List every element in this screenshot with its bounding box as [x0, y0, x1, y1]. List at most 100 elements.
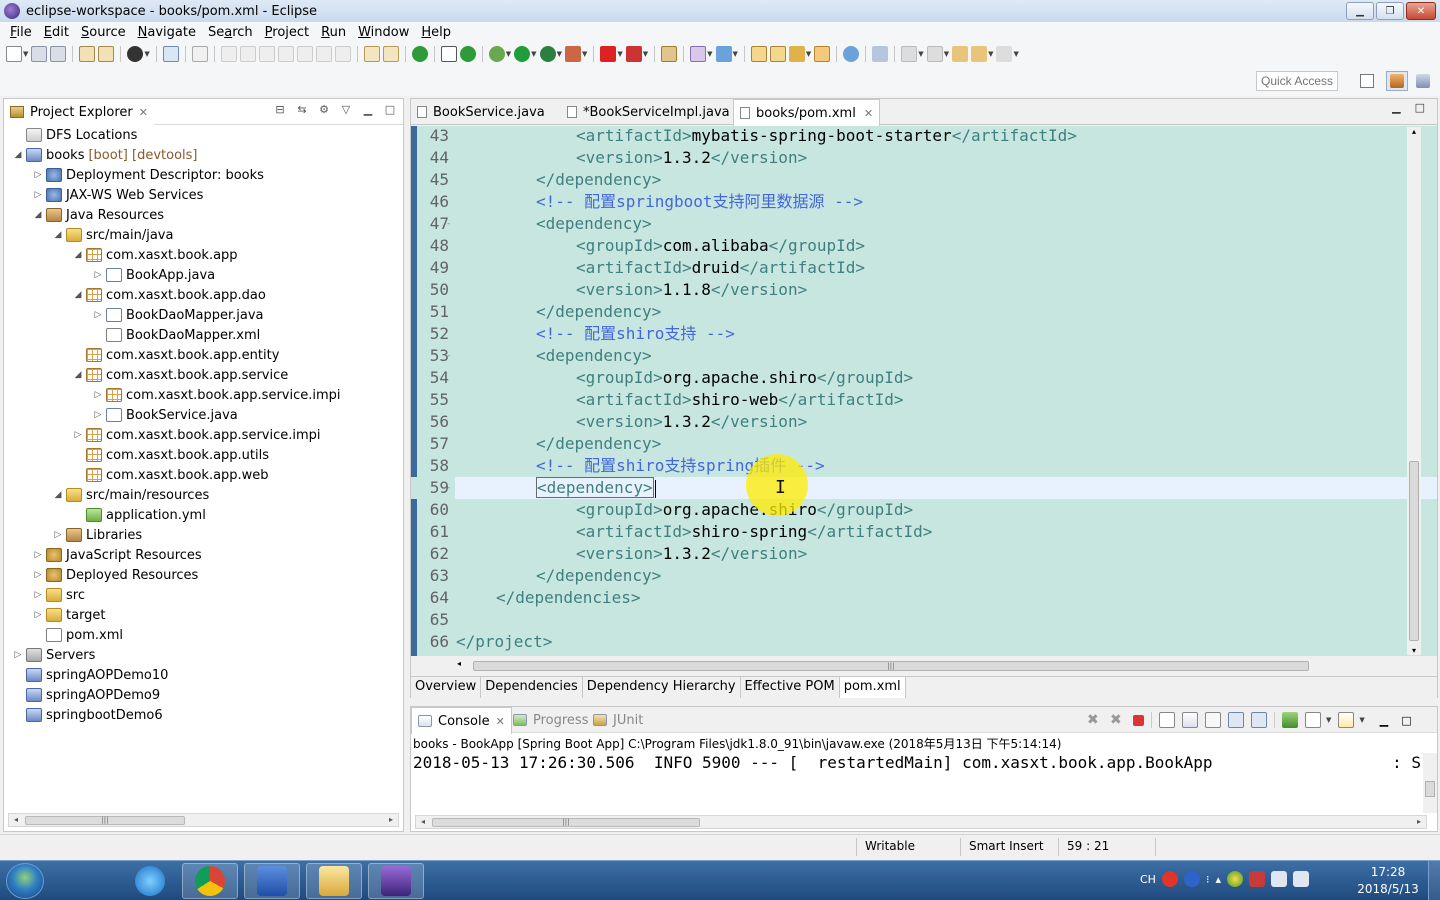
resume-icon[interactable] [220, 46, 237, 62]
minimize-view-icon[interactable]: ▁ [361, 103, 375, 117]
chevron-down-icon[interactable]: ▼ [707, 50, 712, 58]
collapsed-arrow-icon[interactable]: ▷ [32, 550, 44, 560]
new-class-icon[interactable] [715, 46, 732, 62]
clear-console-icon[interactable] [1159, 712, 1175, 728]
build-icon[interactable] [79, 46, 96, 62]
show-on-error-icon[interactable] [1251, 712, 1267, 728]
view-menu-dropdown-icon[interactable]: ▽ [339, 103, 353, 117]
link-with-editor-icon[interactable]: ⇆ [295, 103, 309, 117]
collapsed-arrow-icon[interactable]: ▷ [32, 190, 44, 200]
collapsed-arrow-icon[interactable]: ▷ [32, 590, 44, 600]
insert-mode-status[interactable]: Smart Insert [969, 839, 1044, 853]
tree-item[interactable]: springAOPDemo9 [4, 685, 403, 705]
ime-indicator[interactable]: CH [1140, 873, 1156, 886]
expanded-arrow-icon[interactable]: ◢ [52, 230, 64, 240]
step-over-icon[interactable] [315, 46, 332, 62]
code-line[interactable]: 65 [411, 609, 1437, 631]
maximize-editor-icon[interactable]: □ [1415, 101, 1425, 114]
annotations-icon[interactable] [872, 46, 889, 62]
scroll-thumb[interactable]: ||| [25, 816, 185, 825]
tree-item[interactable]: com.xasxt.book.app.utils [4, 445, 403, 465]
ime-options-icon[interactable]: ⁝ [1206, 873, 1210, 886]
refresh-icon[interactable] [459, 46, 476, 62]
console-tab[interactable]: JUnit [587, 707, 649, 733]
view-menu-icon[interactable]: ⚙ [317, 103, 331, 117]
run-icon[interactable] [514, 46, 531, 62]
tree-item[interactable]: ▷ JAX-WS Web Services [4, 185, 403, 205]
back-icon[interactable] [971, 46, 988, 62]
debug-icon[interactable] [488, 46, 505, 62]
collapsed-arrow-icon[interactable]: ▷ [32, 570, 44, 580]
scroll-down-icon[interactable]: ▾ [1407, 646, 1421, 655]
collapsed-arrow-icon[interactable]: ▷ [92, 270, 104, 280]
show-desktop-button[interactable] [1428, 861, 1440, 900]
expanded-arrow-icon[interactable]: ◢ [12, 150, 24, 160]
chevron-down-icon[interactable]: ▼ [1013, 50, 1018, 58]
scroll-thumb[interactable]: ||| [473, 661, 1309, 671]
console-tab[interactable]: Progress [507, 707, 594, 733]
scroll-thumb[interactable] [1425, 781, 1435, 797]
terminate-icon[interactable] [1133, 714, 1144, 726]
code-line[interactable]: 43 <artifactId>mybatis-spring-boot-starte… [411, 126, 1437, 147]
code-line[interactable]: 62 <version>1.3.2</version> [411, 543, 1437, 565]
tab-project-explorer[interactable]: Project Explorer ✕ [4, 99, 154, 125]
collapsed-arrow-icon[interactable]: ▷ [92, 390, 104, 400]
chevron-down-icon[interactable]: ▼ [1359, 716, 1364, 724]
tree-item[interactable]: com.xasxt.book.app.web [4, 465, 403, 485]
tree-item[interactable]: ▷ Servers [4, 645, 403, 665]
external-tools-icon[interactable] [564, 46, 581, 62]
new-server-icon[interactable] [661, 46, 678, 62]
pom-tab[interactable]: Dependency Hierarchy [583, 677, 741, 698]
build-all-icon[interactable] [98, 46, 115, 62]
toggle-view-icon[interactable] [440, 46, 457, 62]
chevron-down-icon[interactable]: ▼ [617, 50, 622, 58]
open-task-icon[interactable] [769, 46, 786, 62]
step-into-icon[interactable] [296, 46, 313, 62]
code-line[interactable]: 45 </dependency> [411, 169, 1437, 191]
remove-launches-icon[interactable]: ✖ [1110, 712, 1126, 728]
chevron-down-icon[interactable]: ▼ [506, 50, 511, 58]
taskbar-ie[interactable] [122, 863, 178, 899]
close-window-button[interactable]: ✕ [1406, 2, 1436, 20]
close-icon[interactable]: ✕ [864, 107, 873, 120]
xml-source-editor[interactable]: 43 <artifactId>mybatis-spring-boot-starte… [411, 126, 1437, 656]
code-line[interactable]: 51 </dependency> [411, 301, 1437, 323]
taskbar-clock[interactable]: 17:28 2018/5/13 [1352, 864, 1424, 898]
open-console-icon[interactable] [1338, 712, 1355, 728]
tree-item[interactable]: ▷ src [4, 585, 403, 605]
editor-tab[interactable]: *BookServiceImpl.java [561, 99, 736, 125]
collapsed-arrow-icon[interactable]: ▷ [12, 650, 24, 660]
prev-annotation-icon[interactable] [926, 46, 943, 62]
code-line[interactable]: 44 <version>1.3.2</version> [411, 147, 1437, 169]
code-line[interactable]: 61 <artifactId>shiro-spring</artifactId> [411, 521, 1437, 543]
chevron-down-icon[interactable]: ▼ [557, 50, 562, 58]
expanded-arrow-icon[interactable]: ◢ [72, 290, 84, 300]
drop-to-frame-icon[interactable] [363, 46, 380, 62]
stop-server-icon[interactable] [600, 46, 617, 62]
tree-item[interactable]: ◢ src/main/java [4, 225, 403, 245]
chevron-down-icon[interactable]: ▼ [582, 50, 587, 58]
scroll-thumb[interactable] [1409, 461, 1419, 641]
use-step-filters-icon[interactable] [382, 46, 399, 62]
menu-project[interactable]: Project [259, 25, 316, 40]
editor-horizontal-scrollbar[interactable]: ◂ ||| ▸ [455, 659, 1405, 673]
collapsed-arrow-icon[interactable]: ▷ [32, 610, 44, 620]
minimize-view-icon[interactable]: ▁ [1380, 714, 1388, 727]
code-line[interactable]: 54 <groupId>org.apache.shiro</groupId> [411, 367, 1437, 389]
expanded-arrow-icon[interactable]: ◢ [52, 490, 64, 500]
start-button[interactable] [6, 863, 44, 899]
code-line[interactable]: 48 <groupId>com.alibaba</groupId> [411, 235, 1437, 257]
pin-console-icon[interactable] [1282, 712, 1298, 728]
chevron-down-icon[interactable]: ▼ [23, 50, 28, 58]
coverage-icon[interactable] [539, 46, 556, 62]
help-icon[interactable] [1183, 871, 1200, 887]
disconnect-icon[interactable] [277, 46, 294, 62]
tree-item[interactable]: BookDaoMapper.xml [4, 325, 403, 345]
tree-item[interactable]: ◢ com.xasxt.book.app [4, 245, 403, 265]
tree-item[interactable]: ▷ target [4, 605, 403, 625]
menu-help[interactable]: Help [415, 25, 457, 40]
expanded-arrow-icon[interactable]: ◢ [72, 370, 84, 380]
display-console-icon[interactable] [1305, 712, 1321, 728]
taskbar-eclipse[interactable] [368, 863, 424, 899]
java-perspective-button[interactable] [1412, 71, 1434, 91]
